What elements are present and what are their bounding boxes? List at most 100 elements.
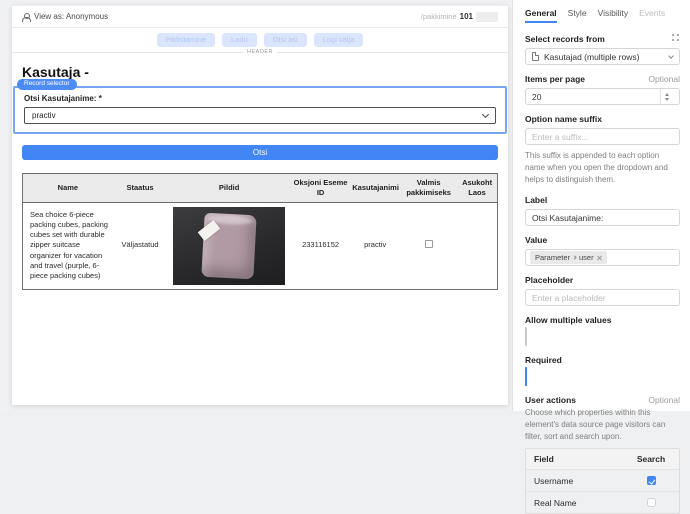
row-checkbox[interactable] [425, 240, 433, 248]
header-section-tag: HEADER [243, 49, 277, 55]
chip-source: Parameter [535, 253, 570, 262]
required-label: Required [525, 355, 562, 365]
tab-visibility[interactable]: Visibility [598, 8, 629, 23]
select-records-from-label: Select records from [525, 34, 605, 44]
placeholder-input-placeholder: Enter a placeholder [532, 293, 673, 303]
user-actions-label: User actions [525, 395, 576, 405]
preview-topbar: View as: Anonymous /pakkimine 101 [12, 5, 508, 28]
cell-oksjoni-eseme-id: 233116152 [291, 202, 350, 289]
value-field-label: Value [525, 235, 547, 245]
search-field-label: Otsi Kasutajanime: * [24, 94, 496, 103]
results-table: Name Staatus Pildid Oksjoni Eseme ID Kas… [22, 173, 498, 290]
field-row-username: Username [526, 469, 679, 491]
tab-general[interactable]: General [525, 8, 557, 23]
nav-button-logi-valja[interactable]: Logi välja [314, 33, 364, 47]
stepper-down-icon [665, 98, 669, 101]
chip-key: user [579, 253, 594, 262]
items-per-page-label: Items per page [525, 74, 585, 84]
view-as-control[interactable]: View as: Anonymous [22, 12, 108, 21]
cell-staatus: Väljastatud [113, 202, 168, 289]
col-header-kasutajanimi: Kasutajanimi [350, 174, 400, 203]
table-header-row: Name Staatus Pildid Oksjoni Eseme ID Kas… [23, 174, 498, 203]
field-search-table: Field Search Username Real Name [525, 448, 680, 514]
field-table-header: Field Search [526, 449, 679, 469]
allow-multiple-checkbox[interactable] [525, 327, 527, 346]
nav-button-otsi-asi[interactable]: Otsi asi [264, 33, 307, 47]
placeholder-group: Placeholder Enter a placeholder [525, 275, 680, 306]
option-name-suffix-input[interactable]: Enter a suffix... [525, 128, 680, 145]
col-header-asukoht-laos: Asukoht Laos [457, 174, 497, 203]
route-indicator: /pakkimine 101 [421, 12, 498, 22]
component-badge: Record selector [17, 79, 77, 90]
option-name-suffix-group: Option name suffix Enter a suffix... Thi… [525, 114, 680, 186]
route-count: 101 [460, 12, 473, 21]
items-per-page-input[interactable]: 20 [525, 88, 680, 105]
optional-badge: Optional [648, 74, 680, 84]
remove-chip-icon[interactable] [597, 255, 602, 260]
value-input[interactable]: Parameter user [525, 249, 680, 266]
cell-kasutajanimi: practiv [350, 202, 400, 289]
chevron-down-icon [482, 111, 489, 118]
label-group: Label Otsi Kasutajanime: [525, 195, 680, 226]
label-input[interactable]: Otsi Kasutajanime: [525, 209, 680, 226]
items-per-page-value: 20 [532, 92, 655, 102]
field-column-header: Field [534, 454, 631, 464]
option-name-suffix-label: Option name suffix [525, 114, 602, 124]
required-checkbox[interactable] [525, 367, 527, 386]
route-badge [476, 12, 498, 22]
search-column-header: Search [631, 454, 671, 464]
col-header-name: Name [23, 174, 113, 203]
optional-badge: Optional [648, 395, 680, 405]
records-source-value: Kasutajad (multiple rows) [544, 52, 664, 62]
preview-canvas: View as: Anonymous /pakkimine 101 Pildis… [0, 0, 512, 411]
table-row: Sea choice 6-piece packing cubes, packin… [23, 202, 498, 289]
page-title: Kasutaja - [22, 64, 508, 80]
user-actions-help: Choose which properties within this elem… [525, 407, 680, 443]
cell-name: Sea choice 6-piece packing cubes, packin… [23, 202, 113, 289]
placeholder-field-label: Placeholder [525, 275, 573, 285]
stepper-up-icon [665, 93, 669, 96]
nav-button-pildistamine[interactable]: Pildistamine [157, 33, 215, 47]
settings-panel: General Style Visibility Events Select r… [512, 0, 690, 411]
field-name: Username [534, 476, 631, 486]
cell-pildid [167, 202, 291, 289]
username-select-value: practiv [32, 111, 56, 120]
record-selector-component[interactable]: Record selector Otsi Kasutajanime: * pra… [13, 86, 507, 134]
tab-style[interactable]: Style [568, 8, 587, 23]
person-icon [22, 13, 30, 21]
settings-dots-icon[interactable] [671, 33, 680, 42]
binding-chip[interactable]: Parameter user [530, 251, 607, 264]
option-name-suffix-help: This suffix is appended to each option n… [525, 150, 680, 186]
chevron-right-icon [572, 255, 576, 259]
option-name-suffix-placeholder: Enter a suffix... [532, 132, 673, 142]
product-photo [173, 207, 285, 285]
select-records-from-group: Select records from Kasutajad (multiple … [525, 33, 680, 65]
records-source-select[interactable]: Kasutajad (multiple rows) [525, 48, 680, 65]
placeholder-input[interactable]: Enter a placeholder [525, 289, 680, 306]
chevron-down-icon [668, 53, 674, 59]
username-search-checkbox[interactable] [647, 476, 656, 485]
number-stepper[interactable] [660, 89, 673, 104]
cell-valmis-pakkimiseks [400, 202, 457, 289]
view-as-label: View as: Anonymous [34, 12, 108, 21]
label-input-value: Otsi Kasutajanime: [532, 213, 673, 223]
required-group: Required [525, 355, 680, 386]
col-header-valmis-pakkimiseks: Valmis pakkimiseks [400, 174, 457, 203]
app-preview-frame: View as: Anonymous /pakkimine 101 Pildis… [12, 5, 508, 405]
table-doc-icon [532, 52, 539, 61]
tab-events[interactable]: Events [639, 8, 665, 23]
nav-button-ladu[interactable]: Ladu [222, 33, 257, 47]
col-header-staatus: Staatus [113, 174, 168, 203]
allow-multiple-label: Allow multiple values [525, 315, 611, 325]
label-field-label: Label [525, 195, 547, 205]
value-group: Value Parameter user [525, 235, 680, 266]
col-header-pildid: Pildid [167, 174, 291, 203]
settings-tabs: General Style Visibility Events [525, 8, 680, 23]
username-select[interactable]: practiv [24, 107, 496, 124]
items-per-page-group: Items per page Optional 20 [525, 74, 680, 105]
search-button[interactable]: Otsi [22, 145, 498, 160]
route-path: /pakkimine [421, 12, 457, 21]
real-name-search-checkbox[interactable] [647, 498, 656, 507]
field-name: Real Name [534, 498, 631, 508]
header-section-divider: HEADER [12, 52, 508, 60]
